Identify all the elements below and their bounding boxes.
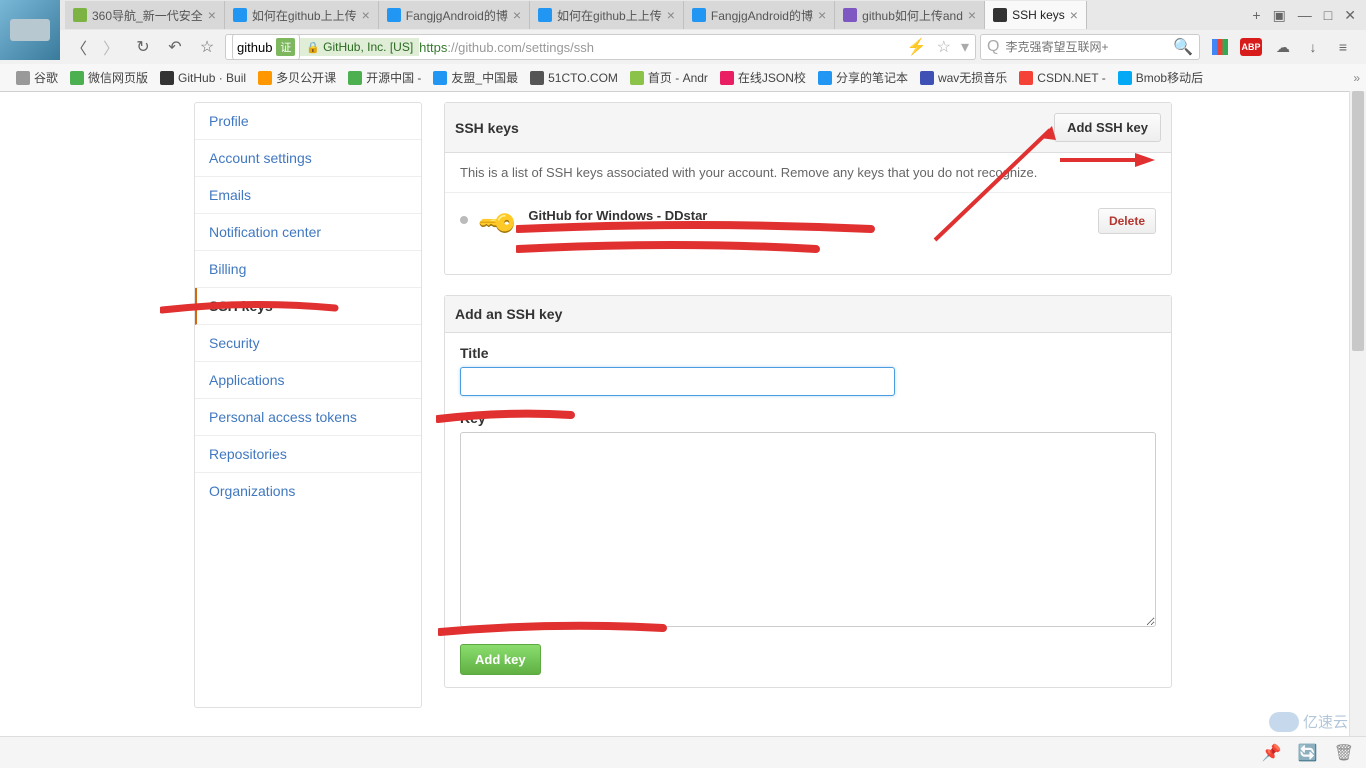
- ssh-keys-description: This is a list of SSH keys associated wi…: [445, 153, 1171, 192]
- status-bar: 📌 🔄 🗑: [0, 736, 1366, 768]
- identity-badge[interactable]: 🔒 GitHub, Inc. [US]: [300, 38, 419, 56]
- bookmark-item[interactable]: 开源中国 -: [342, 69, 427, 86]
- ssh-keys-heading: SSH keys: [455, 120, 519, 136]
- sidebar-item[interactable]: Emails: [195, 177, 421, 214]
- forward-button[interactable]: 〉: [97, 35, 125, 59]
- bookmark-item[interactable]: 分享的笔记本: [812, 69, 914, 86]
- search-box[interactable]: Q 🔍: [980, 34, 1200, 60]
- bookmark-item[interactable]: 友盟_中国最: [427, 69, 524, 86]
- address-bar-row: 〈 〉 ↻ ↶ ☆ github 证 🔒 GitHub, Inc. [US] h…: [0, 30, 1366, 64]
- bookmark-item[interactable]: wav无损音乐: [914, 69, 1013, 86]
- bookmark-item[interactable]: 51CTO.COM: [524, 69, 624, 86]
- cloud-icon[interactable]: ☁: [1274, 38, 1292, 56]
- site-verified-badge: 证: [276, 38, 295, 56]
- bookmark-item[interactable]: GitHub · Buil: [154, 69, 252, 86]
- title-label: Title: [460, 345, 1156, 361]
- pin-icon[interactable]: 📌: [1262, 743, 1282, 763]
- dropdown-icon[interactable]: ▾: [961, 37, 969, 57]
- tab-close-icon[interactable]: ×: [667, 7, 675, 23]
- bookmark-item[interactable]: 多贝公开课: [252, 69, 342, 86]
- sidebar-item[interactable]: Repositories: [195, 436, 421, 473]
- back-button[interactable]: 〈: [65, 35, 93, 59]
- watermark: 亿速云: [1269, 711, 1348, 732]
- sidebar-item[interactable]: Notification center: [195, 214, 421, 251]
- minimize-button[interactable]: ―: [1298, 7, 1312, 24]
- search-icon: Q: [987, 38, 999, 56]
- profile-avatar[interactable]: [0, 0, 60, 60]
- tab-close-icon[interactable]: ×: [208, 7, 216, 23]
- key-label: Key: [460, 410, 1156, 426]
- lock-icon: 🔒: [306, 41, 320, 54]
- add-key-submit[interactable]: Add key: [460, 644, 541, 675]
- bookmark-item[interactable]: 在线JSON校: [714, 69, 812, 86]
- tab-close-icon[interactable]: ×: [1070, 7, 1078, 23]
- tab-list-button[interactable]: ▣: [1273, 7, 1286, 24]
- bookmark-item[interactable]: 微信网页版: [64, 69, 154, 86]
- ssh-key-title: GitHub for Windows - DDstar: [528, 208, 707, 223]
- cloud-logo-icon: [1269, 712, 1299, 732]
- bookmark-item[interactable]: Bmob移动后: [1112, 69, 1209, 86]
- url-text: https://github.com/settings/ssh: [419, 40, 594, 55]
- add-ssh-heading: Add an SSH key: [455, 306, 562, 322]
- bookmarks-bar: 谷歌微信网页版GitHub · Buil多贝公开课开源中国 -友盟_中国最51C…: [0, 64, 1366, 91]
- browser-tab[interactable]: FangjgAndroid的博×: [379, 1, 530, 29]
- ssh-keys-panel: SSH keys Add SSH key This is a list of S…: [444, 102, 1172, 275]
- site-badge: github: [237, 40, 272, 55]
- settings-sidebar: ProfileAccount settingsEmailsNotificatio…: [194, 102, 422, 708]
- sidebar-item[interactable]: Security: [195, 325, 421, 362]
- fav-icon[interactable]: ☆: [937, 37, 951, 57]
- address-bar[interactable]: github 证 🔒 GitHub, Inc. [US] https://git…: [225, 34, 976, 60]
- browser-tab[interactable]: 如何在github上上传×: [225, 1, 379, 29]
- tab-close-icon[interactable]: ×: [818, 7, 826, 23]
- new-tab-button[interactable]: +: [1252, 7, 1260, 24]
- tab-close-icon[interactable]: ×: [362, 7, 370, 23]
- key-textarea[interactable]: [460, 432, 1156, 627]
- browser-tab[interactable]: FangjgAndroid的博×: [684, 1, 835, 29]
- bookmarks-overflow[interactable]: »: [1353, 71, 1360, 85]
- sidebar-item[interactable]: Account settings: [195, 140, 421, 177]
- delete-key-button[interactable]: Delete: [1098, 208, 1156, 234]
- browser-chrome: 360导航_新一代安全×如何在github上上传×FangjgAndroid的博…: [0, 0, 1366, 92]
- reload-button[interactable]: ↻: [129, 37, 157, 57]
- key-status-dot: [460, 216, 468, 224]
- sidebar-item[interactable]: SSH keys: [195, 288, 421, 325]
- browser-tab[interactable]: github如何上传and×: [835, 1, 985, 29]
- bookmark-item[interactable]: 谷歌: [10, 69, 64, 86]
- add-ssh-key-panel: Add an SSH key Title Key Add key: [444, 295, 1172, 688]
- bookmark-item[interactable]: 首页 - Andr: [624, 69, 714, 86]
- trash-icon[interactable]: 🗑: [1334, 743, 1354, 763]
- search-submit-icon[interactable]: 🔍: [1173, 37, 1193, 57]
- sidebar-item[interactable]: Billing: [195, 251, 421, 288]
- refresh-status-icon[interactable]: 🔄: [1298, 743, 1318, 763]
- menu-icon[interactable]: ≡: [1334, 38, 1352, 56]
- apps-icon[interactable]: [1212, 39, 1228, 55]
- sidebar-item[interactable]: Applications: [195, 362, 421, 399]
- main-content: SSH keys Add SSH key This is a list of S…: [444, 102, 1172, 708]
- add-ssh-key-button[interactable]: Add SSH key: [1054, 113, 1161, 142]
- undo-button[interactable]: ↶: [161, 37, 189, 57]
- title-input[interactable]: [460, 367, 895, 396]
- browser-tab[interactable]: SSH keys×: [985, 1, 1087, 29]
- maximize-button[interactable]: □: [1324, 7, 1332, 24]
- sidebar-item[interactable]: Organizations: [195, 473, 421, 509]
- ssh-key-row: 🔑 GitHub for Windows - DDstar Delete: [445, 192, 1171, 274]
- browser-tab[interactable]: 360导航_新一代安全×: [65, 1, 225, 29]
- download-icon[interactable]: ↓: [1304, 38, 1322, 56]
- tab-close-icon[interactable]: ×: [513, 7, 521, 23]
- search-input[interactable]: [1005, 40, 1167, 54]
- sidebar-item[interactable]: Personal access tokens: [195, 399, 421, 436]
- scrollbar[interactable]: [1349, 91, 1366, 736]
- bookmark-item[interactable]: CSDN.NET -: [1013, 69, 1111, 86]
- browser-tab[interactable]: 如何在github上上传×: [530, 1, 684, 29]
- close-window-button[interactable]: ✕: [1344, 7, 1356, 24]
- bookmark-star[interactable]: ☆: [193, 37, 221, 57]
- page-content: ProfileAccount settingsEmailsNotificatio…: [0, 92, 1366, 708]
- key-icon: 🔑: [476, 201, 521, 246]
- adblock-icon[interactable]: ABP: [1240, 38, 1262, 56]
- tab-strip: 360导航_新一代安全×如何在github上上传×FangjgAndroid的博…: [0, 0, 1366, 30]
- tab-close-icon[interactable]: ×: [968, 7, 976, 23]
- flash-icon[interactable]: ⚡: [907, 37, 927, 57]
- sidebar-item[interactable]: Profile: [195, 103, 421, 140]
- scrollbar-thumb[interactable]: [1352, 91, 1364, 351]
